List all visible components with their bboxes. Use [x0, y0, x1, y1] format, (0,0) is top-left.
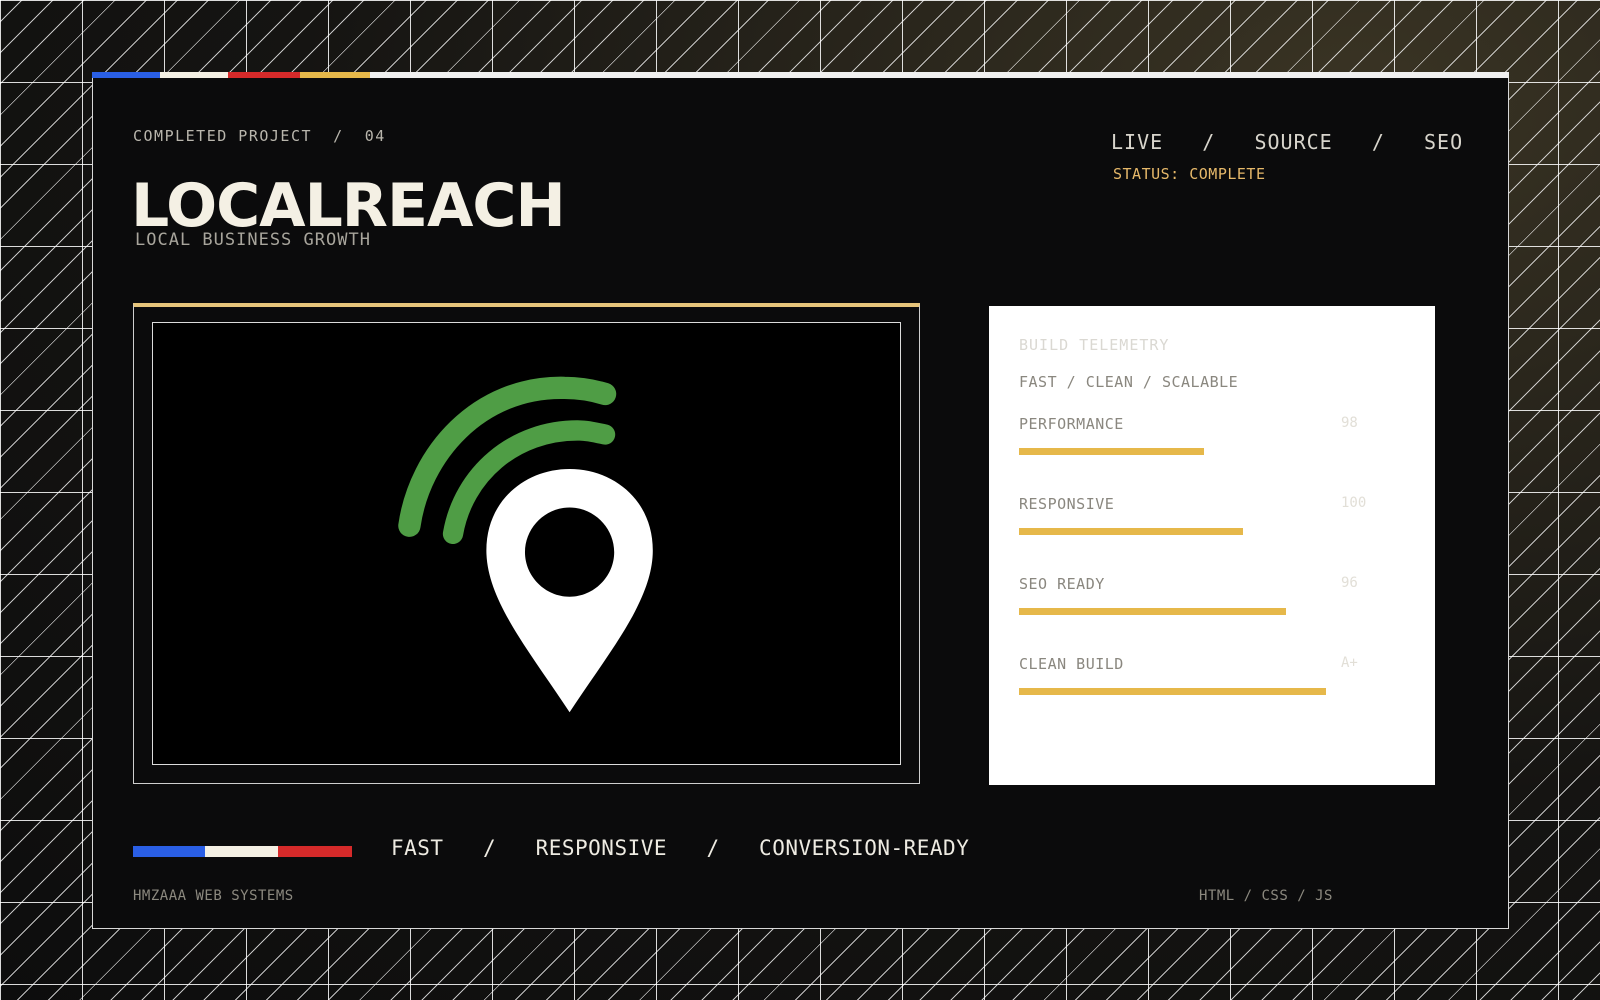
metric-clean-build: CLEAN BUILD A+: [1019, 655, 1405, 735]
stripe-segment-red: [228, 72, 300, 78]
telemetry-metrics: PERFORMANCE 98 RESPONSIVE 100 SEO READY …: [1019, 415, 1405, 735]
metric-label: SEO READY: [1019, 575, 1105, 593]
location-pin: [486, 468, 653, 713]
telemetry-subtitle: FAST / CLEAN / SCALABLE: [1019, 373, 1239, 391]
project-links: LIVE / SOURCE / SEO: [1111, 130, 1463, 154]
metric-seo-ready: SEO READY 96: [1019, 575, 1405, 655]
tagline-conversion-ready: CONVERSION-READY: [759, 836, 970, 860]
metric-bar: [1019, 688, 1326, 695]
stripe-segment-red: [278, 846, 352, 857]
metric-bar: [1019, 448, 1204, 455]
preview-frame: [152, 322, 901, 765]
metric-value: 98: [1341, 415, 1358, 431]
eyebrow-number: 04: [364, 127, 386, 145]
stripe-segment-rest: [370, 72, 1509, 78]
live-link[interactable]: LIVE: [1111, 130, 1163, 154]
metric-bar: [1019, 608, 1286, 615]
source-link[interactable]: SOURCE: [1254, 130, 1332, 154]
footer-brand: HMZAAA WEB SYSTEMS: [133, 888, 294, 904]
metric-value: A+: [1341, 655, 1358, 671]
color-stripe-bottom: [133, 846, 352, 857]
metric-label: PERFORMANCE: [1019, 415, 1124, 433]
stripe-segment-white: [205, 846, 278, 857]
location-pin-signal-icon: [398, 376, 653, 713]
build-telemetry-panel: BUILD TELEMETRY FAST / CLEAN / SCALABLE …: [989, 306, 1435, 785]
project-subtitle: LOCAL BUSINESS GROWTH: [135, 230, 371, 250]
tagline-responsive: RESPONSIVE: [535, 836, 668, 860]
stripe-segment-blue: [92, 72, 160, 78]
stripe-segment-white: [160, 72, 228, 78]
tagline: FAST / RESPONSIVE / CONVERSION-READY: [391, 836, 969, 860]
tagline-fast: FAST: [391, 836, 444, 860]
metric-responsive: RESPONSIVE 100: [1019, 495, 1405, 575]
tagline-separator: /: [667, 836, 760, 860]
metric-label: RESPONSIVE: [1019, 495, 1115, 513]
status-badge: STATUS: COMPLETE: [1113, 165, 1266, 183]
metric-bar: [1019, 528, 1243, 535]
project-card: COMPLETED PROJECT / 04 LOCALREACH LOCAL …: [92, 72, 1509, 929]
eyebrow-label: COMPLETED PROJECT: [133, 127, 313, 145]
eyebrow-separator: /: [312, 127, 365, 145]
project-preview: [133, 303, 920, 784]
color-stripe-top: [92, 72, 1509, 78]
telemetry-eyebrow: BUILD TELEMETRY: [1019, 336, 1170, 354]
metric-value: 96: [1341, 575, 1358, 591]
metric-performance: PERFORMANCE 98: [1019, 415, 1405, 495]
footer-stack: HTML / CSS / JS: [1199, 888, 1333, 904]
tagline-separator: /: [443, 836, 536, 860]
project-eyebrow: COMPLETED PROJECT / 04: [133, 127, 386, 145]
link-separator: /: [1163, 130, 1255, 154]
metric-label: CLEAN BUILD: [1019, 655, 1124, 673]
stripe-segment-blue: [133, 846, 205, 857]
seo-link[interactable]: SEO: [1424, 130, 1463, 154]
metric-value: 100: [1341, 495, 1367, 511]
link-separator: /: [1332, 130, 1425, 154]
stripe-segment-gold: [300, 72, 370, 78]
